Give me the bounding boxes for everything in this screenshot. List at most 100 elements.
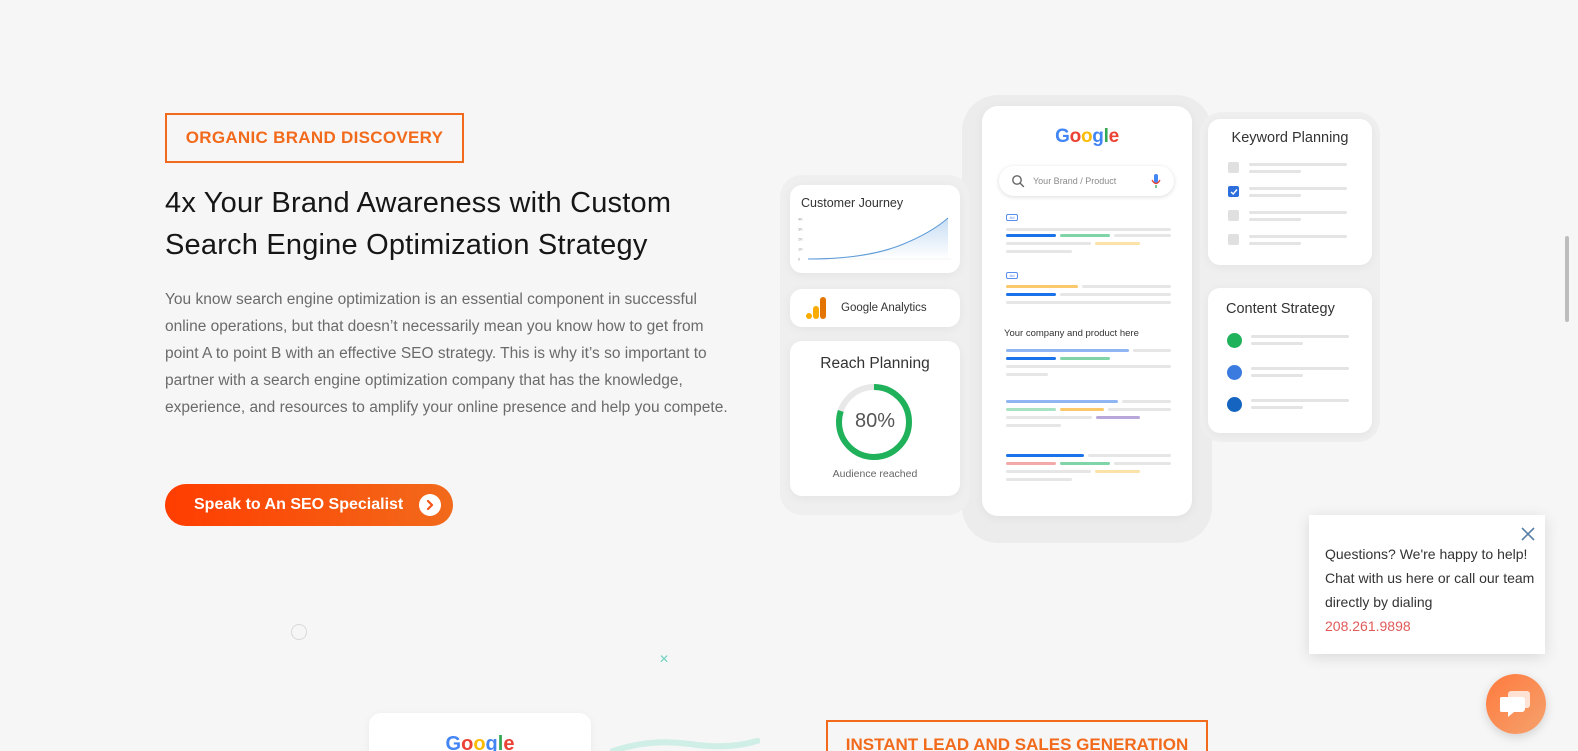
placeholder-line	[1249, 211, 1347, 214]
section-badge: ORGANIC BRAND DISCOVERY	[165, 113, 464, 163]
placeholder-line	[1251, 335, 1349, 338]
chart-tick-label: 0	[798, 257, 801, 262]
result-bar	[1060, 408, 1104, 411]
result-bar	[1006, 301, 1171, 304]
result-bar	[1006, 293, 1056, 296]
result-bar	[1006, 357, 1056, 360]
google-phone-mockup: Google Your Brand / Product Ad Ad Your c…	[982, 106, 1192, 516]
reach-planning-card: Reach Planning 80% Audience reached	[790, 341, 960, 496]
chat-popup: Questions? We're happy to help! Chat wit…	[1309, 515, 1545, 654]
google-logo: Google	[1055, 126, 1119, 147]
decorative-circle	[291, 624, 307, 640]
cta-label: Speak to An SEO Specialist	[194, 496, 404, 513]
chart-tick-label: 4K	[798, 217, 803, 222]
placeholder-line	[1251, 374, 1303, 377]
result-bar	[1060, 462, 1110, 465]
chat-message-text: Questions? We're happy to help! Chat wit…	[1325, 546, 1535, 610]
google-analytics-card: Google Analytics	[790, 289, 960, 327]
placeholder-line	[1249, 235, 1347, 238]
headline-line-2: Search Engine Optimization Strategy	[165, 229, 648, 261]
checkbox-icon	[1228, 210, 1239, 221]
google-logo: Google	[445, 733, 515, 751]
result-bar	[1060, 293, 1171, 296]
keyword-planning-title: Keyword Planning	[1231, 130, 1349, 146]
chart-tick-label: 2K	[798, 237, 803, 242]
result-bar	[1060, 234, 1110, 237]
headline-line-1: 4x Your Brand Awareness with Custom	[165, 187, 672, 219]
status-dot-icon	[1227, 365, 1242, 380]
heading-glyph-fragment	[778, 0, 948, 8]
result-bar	[1006, 285, 1078, 288]
customer-journey-title: Customer Journey	[801, 196, 904, 210]
ad-tag: Ad	[1006, 272, 1018, 279]
google-analytics-label: Google Analytics	[841, 302, 927, 314]
scrollbar-thumb[interactable]	[1565, 236, 1569, 322]
result-bar	[1108, 408, 1171, 411]
close-icon[interactable]	[1520, 526, 1536, 542]
placeholder-line	[1251, 342, 1303, 345]
placeholder-line	[1251, 406, 1303, 409]
placeholder-line	[1251, 399, 1349, 402]
result-bar	[1006, 462, 1056, 465]
speak-to-seo-specialist-button[interactable]: Speak to An SEO Specialist	[165, 484, 453, 526]
checkbox-icon	[1228, 162, 1239, 173]
result-bar	[1096, 416, 1140, 419]
result-bar	[1006, 228, 1171, 231]
customer-journey-chart: 4K 3K 2K 1K 0	[798, 217, 951, 262]
result-bar	[1006, 349, 1129, 352]
checkbox-checked-icon	[1228, 186, 1239, 197]
chat-launcher-button[interactable]	[1486, 674, 1546, 734]
result-bar	[1006, 250, 1072, 253]
checkbox-icon	[1228, 234, 1239, 245]
result-bar	[1006, 408, 1056, 411]
placeholder-line	[1249, 170, 1301, 173]
chat-message: Questions? We're happy to help! Chat wit…	[1325, 542, 1537, 638]
section-headline: 4x Your Brand Awareness with Custom Sear…	[165, 182, 765, 266]
analytics-icon	[806, 297, 826, 319]
result-bar	[1006, 454, 1084, 457]
search-placeholder: Your Brand / Product	[1033, 176, 1117, 186]
chat-phone-link[interactable]: 208.261.9898	[1325, 618, 1411, 634]
placeholder-line	[1249, 187, 1347, 190]
status-dot-icon	[1227, 397, 1242, 412]
company-result-text: Your company and product here	[1004, 328, 1139, 339]
reach-planning-title: Reach Planning	[820, 355, 930, 372]
result-bar	[1088, 454, 1171, 457]
result-bar	[1060, 357, 1110, 360]
result-bar	[1006, 373, 1048, 376]
microphone-icon	[1151, 174, 1161, 188]
result-bar	[1114, 234, 1171, 237]
chevron-right-icon	[419, 494, 441, 516]
next-section-badge: INSTANT LEAD AND SALES GENERATION	[826, 720, 1208, 751]
result-bar	[1122, 400, 1171, 403]
placeholder-line	[1249, 218, 1301, 221]
result-bar	[1006, 424, 1061, 427]
result-bar	[1095, 470, 1140, 473]
decorative-swoosh	[610, 738, 760, 751]
result-bar	[1082, 285, 1171, 288]
result-bar	[1006, 400, 1118, 403]
result-bar	[1006, 365, 1171, 368]
placeholder-line	[1249, 242, 1301, 245]
result-bar	[1006, 470, 1091, 473]
placeholder-line	[1249, 194, 1301, 197]
section-body: You know search engine optimization is a…	[165, 291, 728, 416]
content-strategy-title: Content Strategy	[1226, 301, 1335, 317]
next-section-google-card: Google	[369, 713, 591, 751]
placeholder-line	[1249, 163, 1347, 166]
result-bar	[1006, 478, 1072, 481]
decorative-cross: ✕	[659, 652, 670, 666]
status-dot-icon	[1227, 333, 1242, 348]
reach-caption: Audience reached	[832, 468, 918, 480]
result-bar	[1006, 242, 1091, 245]
chat-icon	[1500, 691, 1530, 717]
result-bar	[1006, 416, 1092, 419]
search-icon	[1012, 175, 1025, 188]
content-strategy-card: Content Strategy	[1208, 288, 1372, 433]
reach-percent: 80%	[854, 410, 896, 432]
chart-tick-label: 1K	[798, 247, 803, 252]
result-bar	[1095, 242, 1140, 245]
result-bar	[1114, 462, 1171, 465]
keyword-planning-card: Keyword Planning	[1208, 119, 1372, 265]
chart-tick-label: 3K	[798, 227, 803, 232]
